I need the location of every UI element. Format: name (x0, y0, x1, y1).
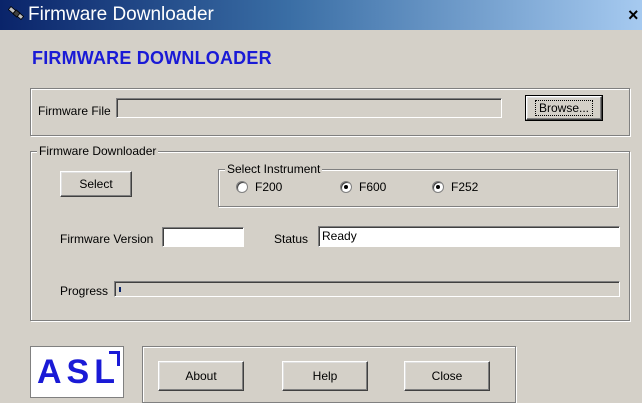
firmware-version-label: Firmware Version (60, 232, 154, 246)
help-button[interactable]: Help (282, 361, 368, 391)
satellite-icon (8, 5, 25, 21)
browse-button-label: Browse... (534, 100, 593, 116)
radio-f252-label: F252 (451, 180, 479, 194)
title-bar[interactable]: Firmware Downloader × (0, 0, 642, 30)
page-title: FIRMWARE DOWNLOADER (32, 48, 272, 68)
radio-f200-dot (236, 181, 248, 193)
instrument-group-legend: Select Instrument (225, 162, 323, 176)
downloader-group-legend: Firmware Downloader (37, 144, 159, 158)
status-field: Ready (318, 226, 620, 247)
asl-logo: ASL (30, 346, 124, 398)
progress-bar (114, 281, 620, 297)
help-button-label: Help (312, 369, 338, 383)
select-button-label: Select (79, 177, 113, 191)
radio-f252-dot (432, 181, 444, 193)
logo-mark-icon (109, 351, 120, 366)
radio-f600[interactable]: F600 (340, 179, 386, 195)
firmware-file-label: Firmware File (38, 104, 111, 118)
progress-label: Progress (60, 284, 109, 298)
browse-button[interactable]: Browse... (525, 95, 603, 121)
radio-f252[interactable]: F252 (432, 179, 478, 195)
firmware-file-input[interactable] (116, 98, 502, 118)
radio-f600-dot (340, 181, 352, 193)
logo-text: ASL (37, 353, 120, 391)
radio-f600-label: F600 (359, 180, 387, 194)
firmware-version-input[interactable] (162, 227, 244, 247)
close-icon[interactable]: × (628, 5, 642, 25)
select-button[interactable]: Select (60, 171, 132, 197)
about-button-label: About (185, 369, 217, 383)
radio-f200[interactable]: F200 (236, 179, 282, 195)
progress-bar-fill (119, 287, 121, 292)
about-button[interactable]: About (158, 361, 244, 391)
close-button-label: Close (431, 369, 463, 383)
close-button[interactable]: Close (404, 361, 490, 391)
status-label: Status (274, 232, 309, 246)
radio-f200-label: F200 (255, 180, 283, 194)
window-title: Firmware Downloader (28, 4, 214, 25)
